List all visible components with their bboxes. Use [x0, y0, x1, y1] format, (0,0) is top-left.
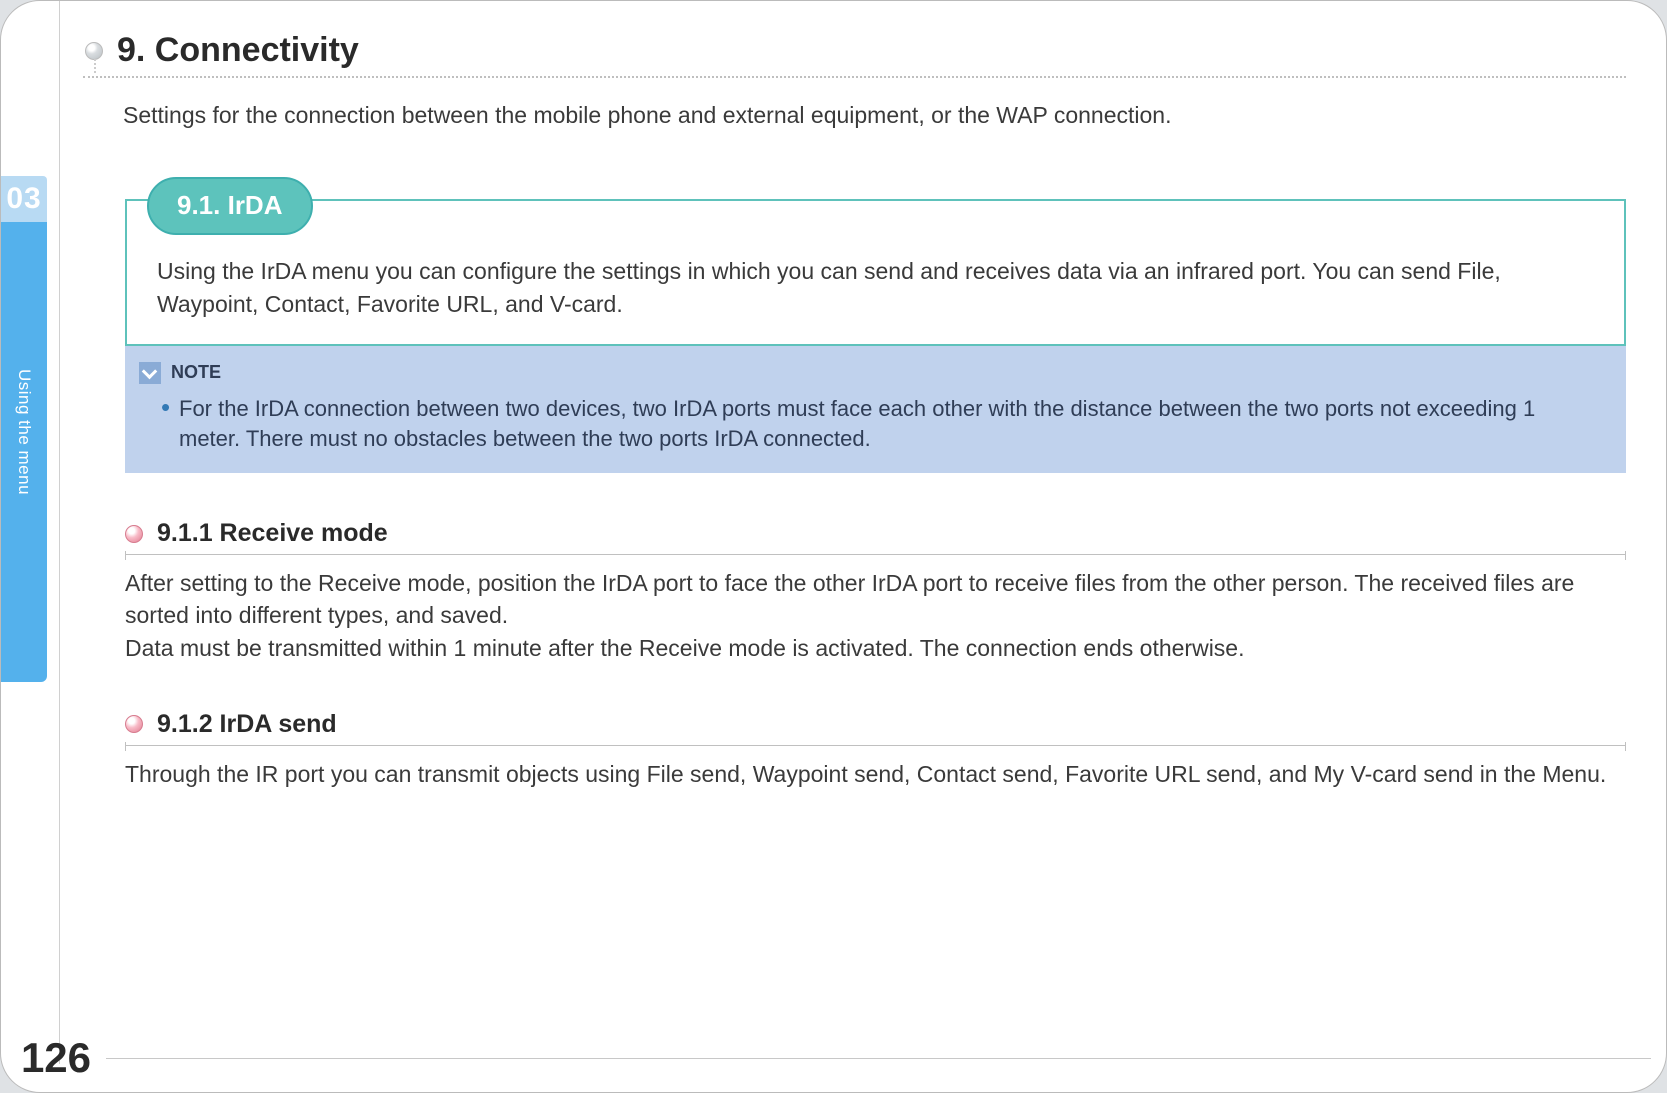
section-pill: 9.1. IrDA	[147, 177, 313, 235]
subsection-heading: 9.1.1 Receive mode	[125, 519, 1626, 548]
subsection-title: 9.1.2 IrDA send	[157, 710, 337, 739]
chapter-title: 9. Connectivity	[117, 31, 359, 70]
manual-page: 03 Using the menu 9. Connectivity Settin…	[0, 0, 1667, 1093]
note-box: NOTE For the IrDA connection between two…	[125, 346, 1626, 474]
vertical-rule	[59, 1, 60, 1064]
side-tab-label: Using the menu	[14, 369, 34, 495]
note-label: NOTE	[171, 362, 221, 383]
subsection-body: Through the IR port you can transmit obj…	[125, 758, 1626, 790]
section-box: 9.1. IrDA Using the IrDA menu you can co…	[125, 199, 1626, 346]
content: 9. Connectivity Settings for the connect…	[83, 31, 1626, 790]
section-body: Using the IrDA menu you can configure th…	[157, 255, 1594, 322]
subsection-912: 9.1.2 IrDA send Through the IR port you …	[125, 710, 1626, 790]
chapter-intro: Settings for the connection between the …	[123, 102, 1626, 129]
subsection-body: After setting to the Receive mode, posit…	[125, 567, 1626, 664]
bullet-icon	[125, 525, 143, 543]
chapter-number-badge: 03	[1, 176, 47, 222]
page-number: 126	[1, 1034, 111, 1082]
side-tab: 03 Using the menu	[1, 179, 47, 689]
note-body: For the IrDA connection between two devi…	[139, 394, 1600, 456]
note-arrow-icon	[139, 362, 161, 384]
subsection-title: 9.1.1 Receive mode	[157, 519, 388, 548]
subsection-heading: 9.1.2 IrDA send	[125, 710, 1626, 739]
subsection-rule	[125, 554, 1626, 555]
side-tab-strip: Using the menu	[1, 222, 47, 682]
sphere-icon	[85, 42, 103, 60]
note-heading: NOTE	[139, 362, 1600, 384]
dotted-rule	[83, 76, 1626, 78]
chapter-heading: 9. Connectivity	[83, 31, 1626, 70]
subsection-911: 9.1.1 Receive mode After setting to the …	[125, 519, 1626, 664]
bullet-icon	[125, 715, 143, 733]
subsection-rule	[125, 745, 1626, 746]
